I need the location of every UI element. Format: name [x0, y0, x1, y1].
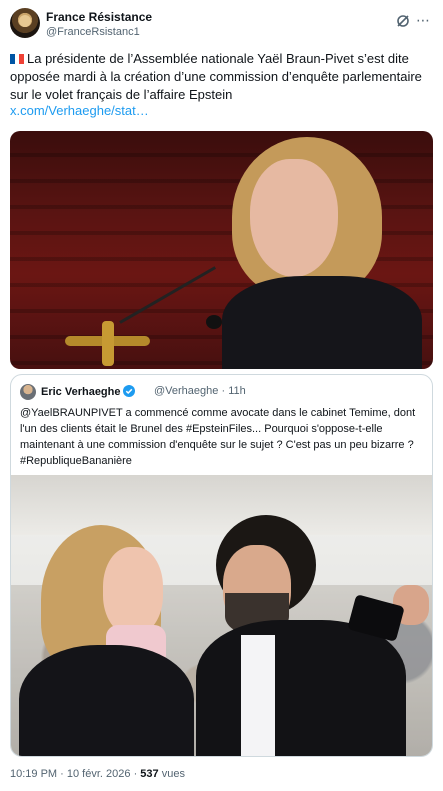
quoted-author-handle: @Verhaeghe — [154, 385, 219, 397]
tweet-date[interactable]: 10 févr. 2026 — [67, 768, 131, 780]
tweet-header: France Résistance @FranceRsistanc1 ⋯ — [10, 8, 433, 42]
tweet-photo[interactable] — [10, 131, 433, 369]
verified-badge-icon — [122, 385, 135, 397]
quoted-photo[interactable] — [11, 475, 432, 756]
french-flag-icon — [10, 54, 24, 64]
quoted-meta: @Verhaeghe · 11h — [154, 385, 246, 397]
more-options-icon[interactable]: ⋯ — [415, 12, 431, 28]
author-name[interactable]: France Résistance — [46, 10, 152, 24]
tweet-footer: 10:19 PM · 10 févr. 2026 · 537 vues — [10, 768, 185, 780]
author-handle[interactable]: @FranceRsistanc1 — [46, 26, 140, 38]
tweet-link[interactable]: x.com/Verhaeghe/stat… — [10, 103, 149, 118]
views-count: 537 — [140, 768, 159, 780]
tweet-body: La présidente de l’Assemblée nationale Y… — [10, 51, 422, 102]
quoted-author-avatar — [20, 384, 36, 400]
quoted-tweet[interactable]: Eric Verhaeghe @Verhaeghe · 11h @YaelBRA… — [10, 374, 433, 757]
quoted-separator: · — [221, 385, 226, 397]
author-avatar[interactable] — [10, 8, 40, 38]
quoted-text: @YaelBRAUNPIVET a commencé comme avocate… — [20, 407, 416, 467]
views-label: vues — [161, 768, 185, 780]
tweet-text: La présidente de l’Assemblée nationale Y… — [10, 50, 430, 104]
tweet-time[interactable]: 10:19 PM — [10, 768, 57, 780]
grok-icon[interactable] — [395, 13, 411, 29]
quoted-author-name: Eric Verhaeghe — [41, 385, 135, 398]
quoted-time: 11h — [228, 385, 246, 397]
